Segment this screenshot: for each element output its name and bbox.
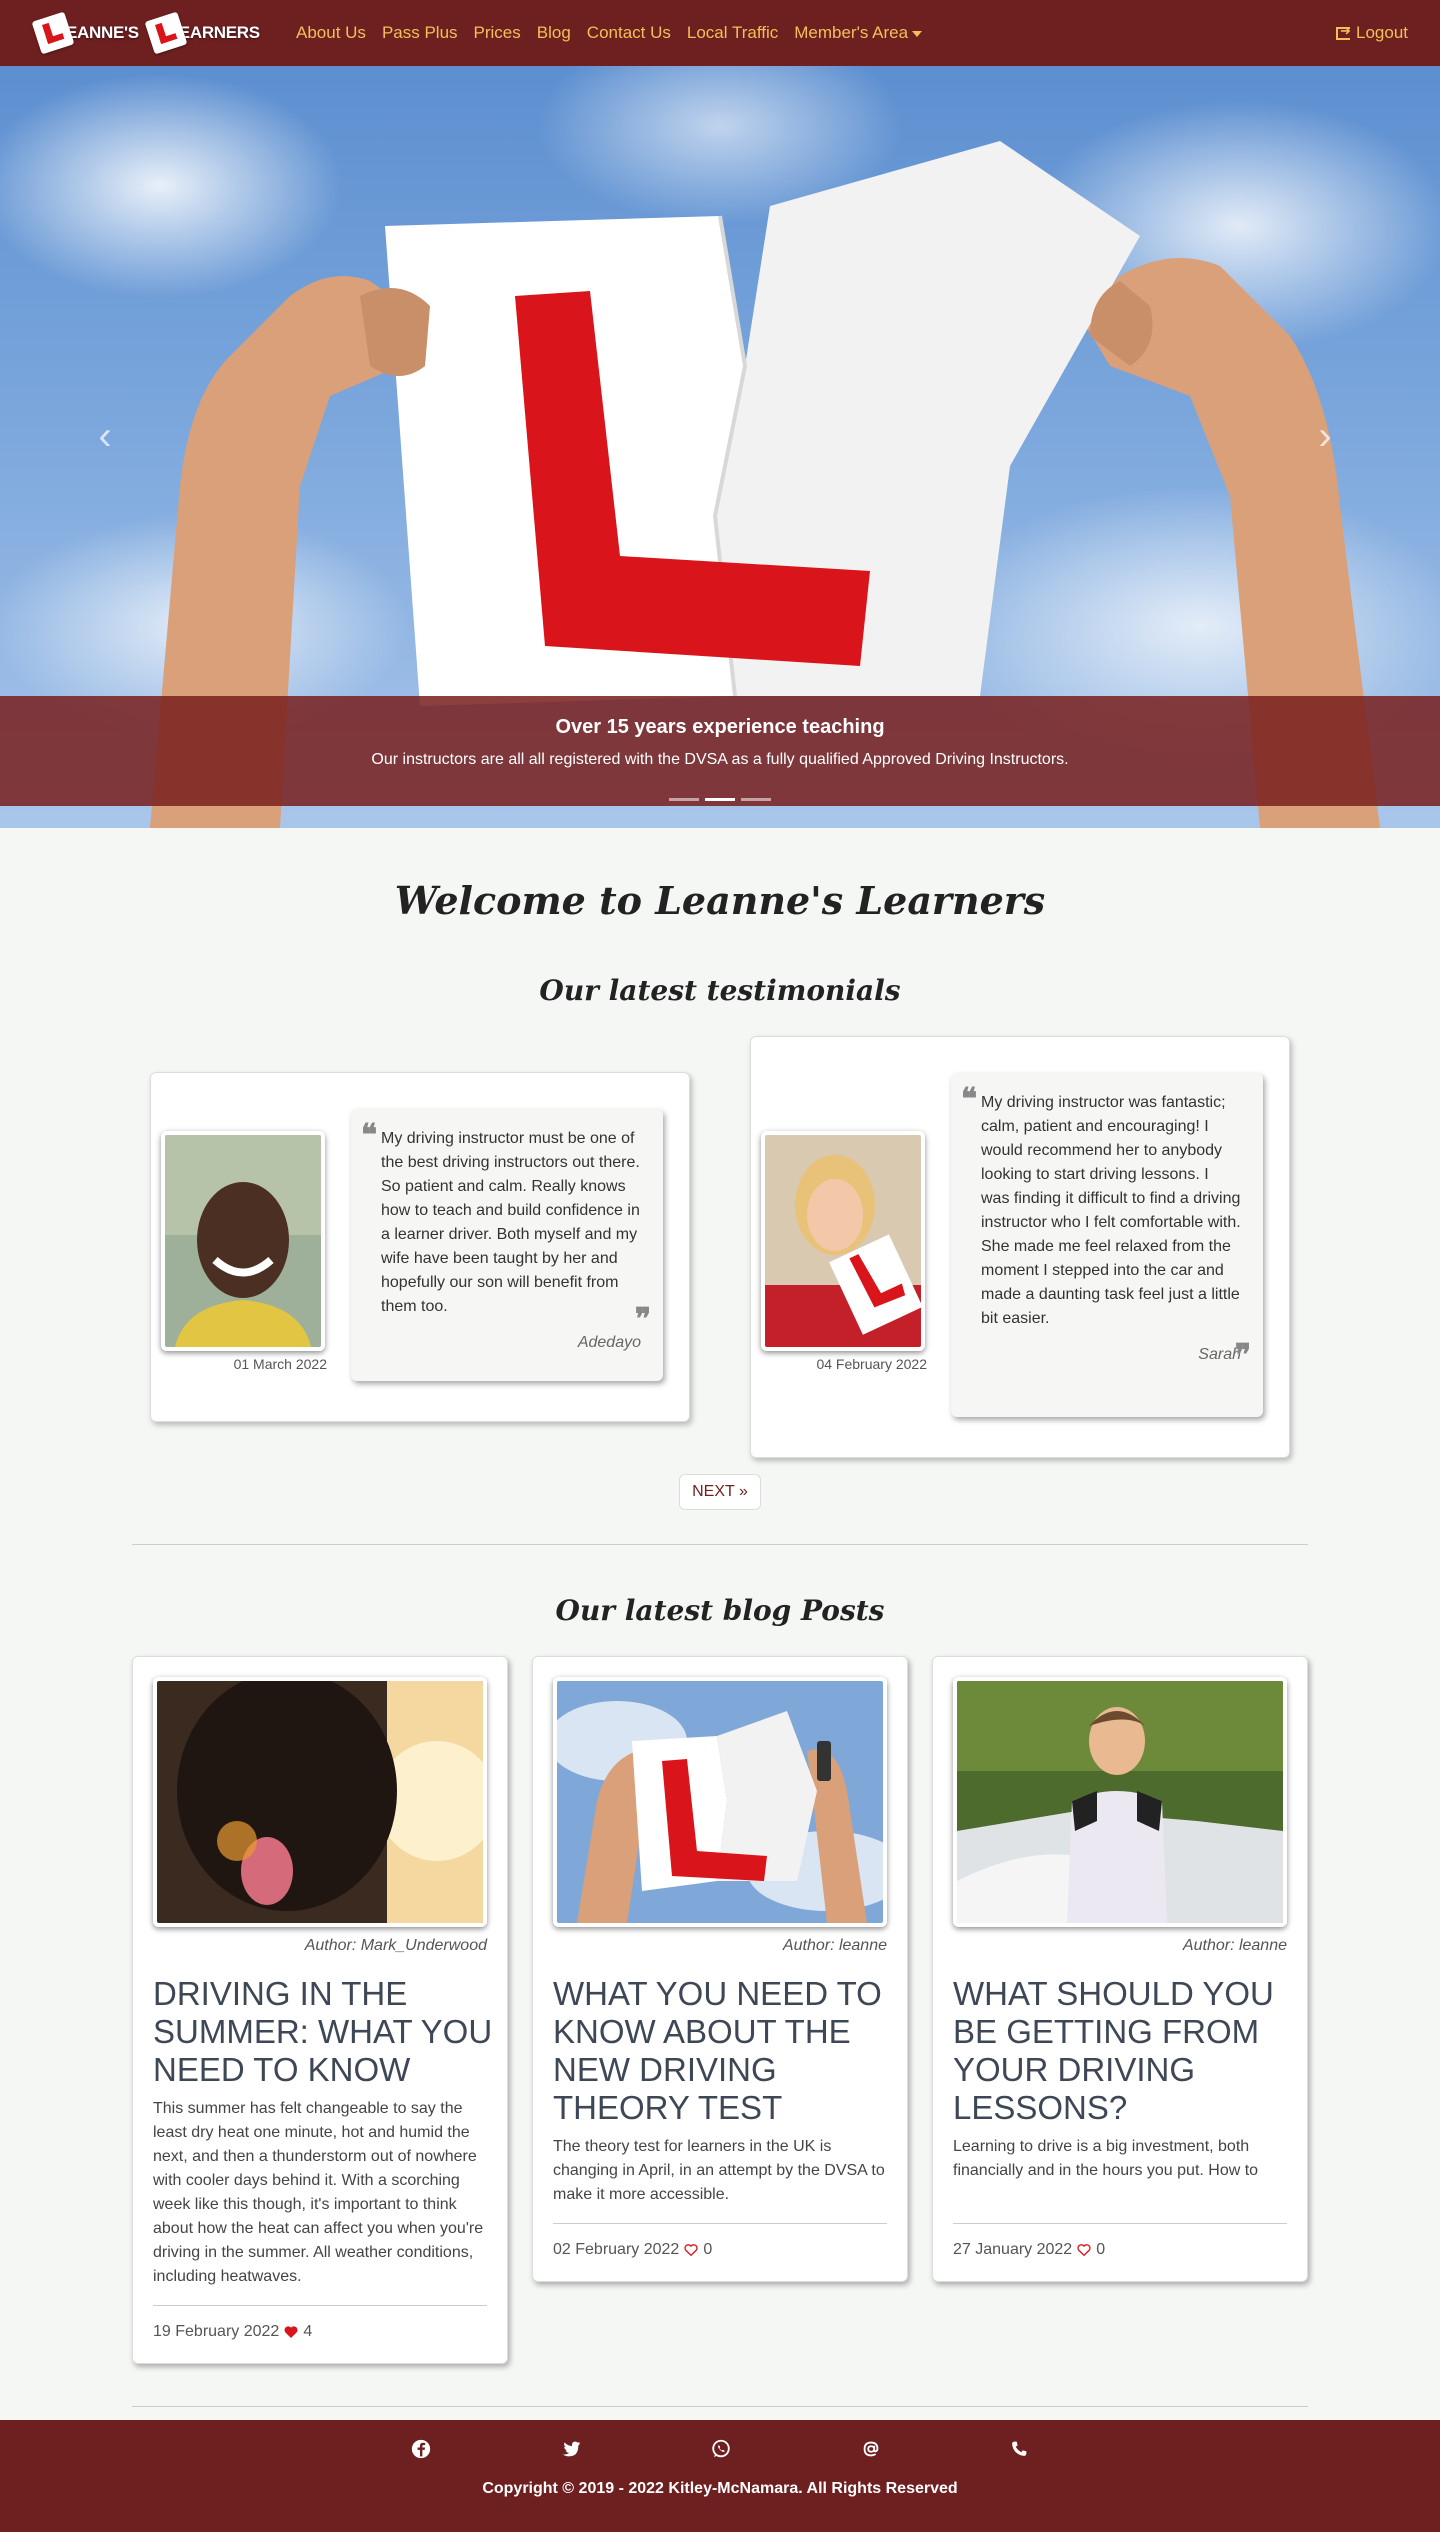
testimonial-quote: ❝ My driving instructor was fantastic; c… [951,1073,1263,1417]
testimonial-text: My driving instructor must be one of the… [381,1130,640,1315]
carousel-indicator-3[interactable] [741,798,771,801]
hero-carousel: ‹ › Over 15 years experience teaching Ou… [0,66,1440,828]
quote-close-icon: ❞ [634,1302,651,1337]
caret-down-icon [912,30,923,37]
like-count: 0 [1096,2241,1106,2258]
blog-title[interactable]: WHAT YOU NEED TO KNOW ABOUT THE NEW DRIV… [553,1975,893,2127]
nav-about-us[interactable]: About Us [296,23,366,43]
carousel-prev-button[interactable]: ‹ [90,416,120,456]
nav-pass-plus[interactable]: Pass Plus [382,23,458,43]
heart-outline-icon[interactable] [1076,2242,1092,2258]
sign-out-icon [1336,23,1351,40]
testimonial-text: My driving instructor was fantastic; cal… [981,1094,1241,1327]
l-plate-icon [144,11,188,55]
blog-meta: 02 February 2022 0 [553,2241,712,2259]
quote-close-icon: ❞ [1234,1338,1251,1373]
testimonial-photo [761,1131,925,1351]
testimonial-card: 04 February 2022 ❝ My driving instructor… [750,1036,1290,1458]
testimonial-card: 01 March 2022 ❝ My driving instructor mu… [150,1072,690,1422]
welcome-heading: Welcome to Leanne's Learners [394,878,1046,923]
blog-date: 19 February 2022 [153,2323,280,2340]
carousel-indicator-2[interactable] [705,798,735,801]
carousel-caption: Over 15 years experience teaching Our in… [0,696,1440,806]
divider [153,2305,487,2306]
nav-local-traffic[interactable]: Local Traffic [687,23,778,43]
caption-title: Over 15 years experience teaching [555,716,885,738]
logo-word-2: EARNERS [178,23,260,42]
carousel-next-button[interactable]: › [1310,416,1340,456]
blog-card[interactable]: Author: Mark_Underwood DRIVING IN THE SU… [132,1656,508,2364]
twitter-icon[interactable] [560,2438,582,2460]
divider [132,2406,1308,2407]
blog-excerpt: Learning to drive is a big investment, b… [953,2138,1259,2179]
blog-meta: 27 January 2022 0 [953,2241,1105,2259]
heart-outline-icon[interactable] [683,2242,699,2258]
logout-link[interactable]: Logout [1336,0,1408,66]
footer: Copyright © 2019 - 2022 Kitley-McNamara.… [0,2420,1440,2532]
logout-label: Logout [1356,23,1408,42]
blog-image-dog [153,1677,487,1927]
blog-excerpt: The theory test for learners in the UK i… [553,2138,885,2203]
site-logo[interactable]: EANNE'S EARNERS [31,11,270,55]
like-count: 4 [303,2323,313,2340]
carousel-indicators [0,798,1440,801]
testimonial-date: 04 February 2022 [816,1356,927,1372]
blog-card[interactable]: Author: leanne WHAT YOU NEED TO KNOW ABO… [532,1656,908,2282]
blog-date: 02 February 2022 [553,2241,680,2258]
blog-image-teen-car [953,1677,1287,1927]
blog-title[interactable]: WHAT SHOULD YOU BE GETTING FROM YOUR DRI… [953,1975,1293,2127]
blog-meta: 19 February 2022 4 [153,2323,312,2341]
nav-prices[interactable]: Prices [474,23,521,43]
blog-heading: Our latest blog Posts [555,1594,885,1627]
testimonials-heading: Our latest testimonials [539,974,901,1007]
testimonials-next-button[interactable]: NEXT » [679,1474,761,1510]
blog-card[interactable]: Author: leanne WHAT SHOULD YOU BE GETTIN… [932,1656,1308,2282]
blog-excerpt: This summer has felt changeable to say t… [153,2100,484,2285]
nav-blog[interactable]: Blog [537,23,571,43]
divider [553,2223,887,2224]
blog-author: Author: leanne [782,1937,887,1954]
caption-text: Our instructors are all all registered w… [371,751,1069,768]
testimonial-quote: ❝ My driving instructor must be one of t… [351,1109,663,1381]
email-icon[interactable] [860,2438,882,2460]
phone-icon[interactable] [1008,2438,1030,2460]
nav-links: About Us Pass Plus Prices Blog Contact U… [296,0,923,66]
blog-title[interactable]: DRIVING IN THE SUMMER: WHAT YOU NEED TO … [153,1975,493,2089]
heart-icon[interactable] [283,2324,299,2340]
like-count: 0 [703,2241,713,2258]
blog-author: Author: leanne [1182,1937,1287,1954]
blog-image-l-plate [553,1677,887,1927]
testimonial-date: 01 March 2022 [233,1356,327,1372]
nav-members-area-dropdown[interactable]: Member's Area [794,23,923,43]
testimonial-author: Adedayo [577,1334,641,1351]
divider [132,1544,1308,1545]
carousel-indicator-1[interactable] [669,798,699,801]
l-plate-icon [31,11,75,55]
divider [953,2223,1287,2224]
testimonial-author: Sarah [1198,1346,1241,1363]
quote-open-icon: ❝ [361,1118,378,1153]
quote-open-icon: ❝ [961,1082,978,1117]
logo-word-1: EANNE'S [66,23,139,42]
copyright-text: Copyright © 2019 - 2022 Kitley-McNamara.… [482,2480,958,2497]
navbar: EANNE'S EARNERS About Us Pass Plus Price… [0,0,1440,66]
whatsapp-icon[interactable] [710,2438,732,2460]
nav-contact-us[interactable]: Contact Us [587,23,671,43]
blog-author: Author: Mark_Underwood [304,1937,487,1954]
facebook-icon[interactable] [410,2438,432,2460]
blog-date: 27 January 2022 [953,2241,1073,2258]
members-area-label: Member's Area [794,23,909,42]
testimonial-photo [161,1131,325,1351]
